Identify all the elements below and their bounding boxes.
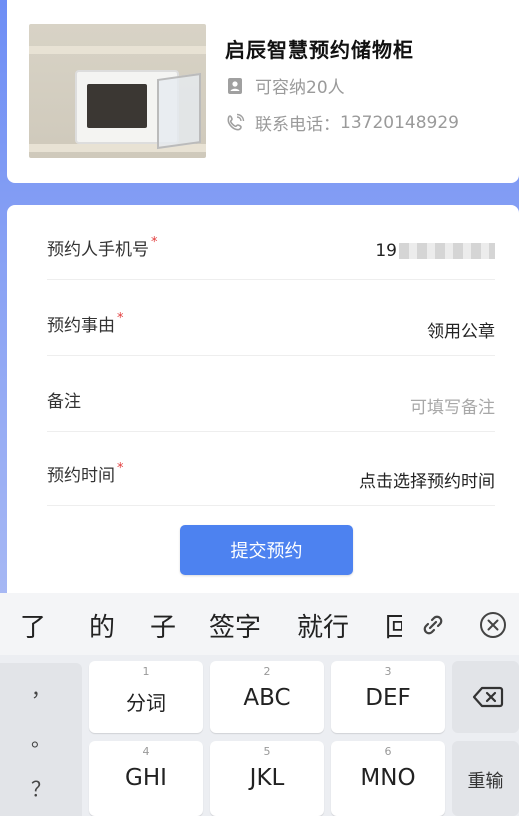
reason-field-input[interactable]: 领用公章 [427,317,495,342]
phone-number[interactable]: 13720148929 [340,113,459,133]
capacity-row: 可容纳20人 [225,73,345,98]
phone-field-row[interactable]: 预约人手机号 * 19 [47,205,495,280]
ime-keyboard: 了 的 子 签字 就行 回 ， 。 ？ 1 分词 2 ABC 3 DEF 4 G… [0,593,519,816]
phone-row: 联系电话： 13720148929 [225,110,459,135]
note-field-input[interactable]: 可填写备注 [410,393,495,418]
phone-field-input[interactable]: 19 [375,241,495,261]
time-field-label: 预约时间 * [47,461,124,486]
candidate-word[interactable]: 了 [20,607,46,644]
phone-field-label: 预约人手机号 * [47,235,158,260]
phone-icon [225,113,245,133]
link-icon[interactable] [419,611,447,639]
key-5[interactable]: 5 JKL [210,741,324,816]
punctuation-column: ， 。 ？ [0,663,82,816]
close-circle-icon[interactable] [479,611,507,639]
key-3[interactable]: 3 DEF [331,661,445,733]
reason-field-row[interactable]: 预约事由 * 领用公章 [47,281,495,356]
capacity-text: 可容纳20人 [255,78,345,98]
candidate-word[interactable]: 就行 [297,607,349,644]
required-mark: * [117,311,124,326]
key-2[interactable]: 2 ABC [210,661,324,733]
candidate-word[interactable]: 签字 [209,607,261,644]
backspace-key[interactable] [452,661,519,733]
reservation-form: 预约人手机号 * 19 预约事由 * 领用公章 备注 可填写备注 预约时间 * 点击选… [7,205,519,605]
reason-field-label: 预约事由 * [47,311,124,336]
redacted-digits [399,243,495,259]
reenter-key[interactable]: 重输 [452,741,519,816]
phone-label: 联系电话： [255,115,340,135]
required-mark: * [151,235,158,250]
note-field-label: 备注 [47,392,81,412]
candidate-word[interactable]: 的 [89,607,115,644]
question-key[interactable]: ？ [0,773,82,802]
period-key[interactable]: 。 [0,723,82,752]
submit-reservation-button[interactable]: 提交预约 [180,525,353,575]
candidate-bar: 了 的 子 签字 就行 回 [0,593,519,655]
locker-title: 启辰智慧预约储物柜 [225,38,414,62]
locker-image [29,24,206,158]
person-card-icon [225,76,245,96]
key-6[interactable]: 6 MNO [331,741,445,816]
key-1[interactable]: 1 分词 [89,661,203,733]
locker-info-card: 启辰智慧预约储物柜 可容纳20人 联系电话： 13720148929 [7,0,519,183]
backspace-icon [472,685,504,713]
key-4[interactable]: 4 GHI [89,741,203,816]
comma-key[interactable]: ， [0,673,82,702]
candidate-word[interactable]: 回 [385,607,402,644]
time-field-row[interactable]: 预约时间 * 点击选择预约时间 [47,431,495,506]
note-field-row[interactable]: 备注 可填写备注 [47,357,495,432]
required-mark: * [117,461,124,476]
time-picker[interactable]: 点击选择预约时间 [359,467,495,492]
candidate-word[interactable]: 子 [150,607,176,644]
